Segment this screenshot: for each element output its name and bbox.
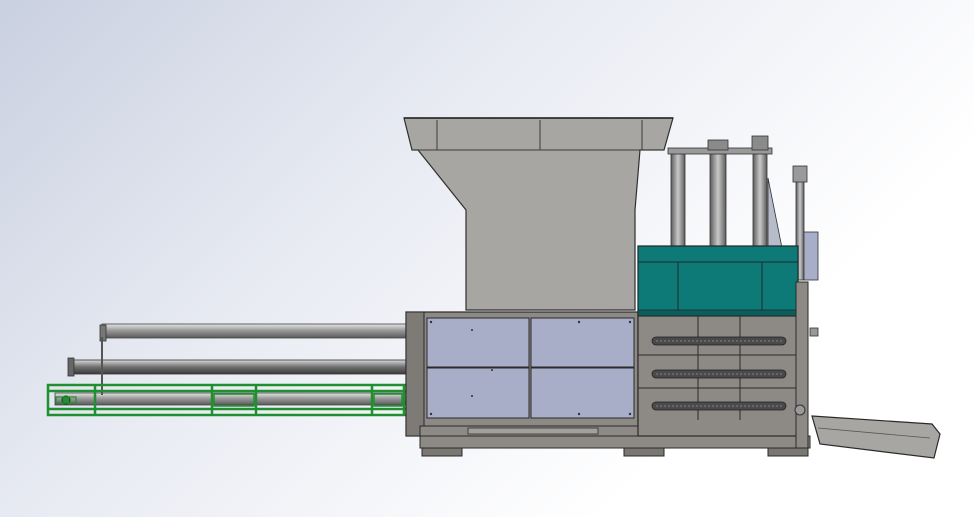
- ram-rod-middle: [69, 359, 409, 375]
- ram-rod-lower: [54, 392, 409, 406]
- chamber-panel-top-right: [530, 317, 635, 368]
- ejection-chute: [811, 415, 941, 459]
- cad-viewport[interactable]: [0, 0, 974, 517]
- hopper: [403, 117, 674, 311]
- ram-rod-upper: [101, 323, 409, 339]
- chamber-panel-top-left: [426, 317, 530, 368]
- teal-cylinder-box: [637, 245, 799, 317]
- chamber-panel-bottom-left: [426, 367, 530, 419]
- chamber-panel-bottom-right: [530, 367, 635, 419]
- ram-rods: [54, 323, 409, 406]
- baler-machine-drawing: [46, 117, 941, 459]
